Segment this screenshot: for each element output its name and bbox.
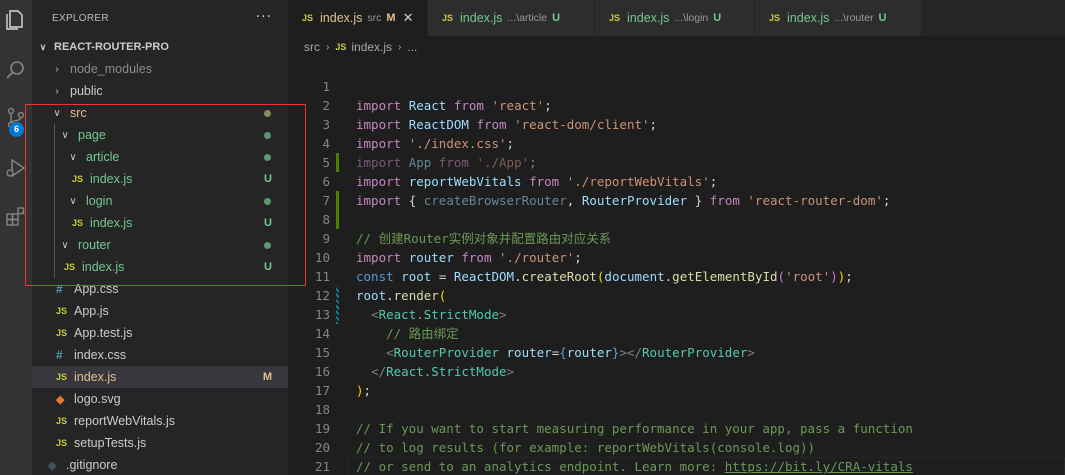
code-line: 2 import ReactDOM from 'react-dom/client… <box>288 77 1065 132</box>
tree-file-app-test[interactable]: JS App.test.js <box>32 322 288 344</box>
tab-login-index[interactable]: JS index.js ...\login U <box>595 0 755 36</box>
tab-filename: index.js <box>787 11 830 25</box>
tab-description: src <box>367 12 382 24</box>
tree-file-gitignore[interactable]: ◆ .gitignore <box>32 454 288 475</box>
tab-filename: index.js <box>320 11 363 25</box>
tree-item-label: logo.svg <box>74 392 121 406</box>
annotation-highlight-box <box>25 104 306 286</box>
tree-file-app-js[interactable]: JS App.js <box>32 300 288 322</box>
project-folder-header[interactable]: ∨ REACT-ROUTER-PRO <box>32 36 288 58</box>
tree-item-label: .gitignore <box>66 458 118 472</box>
tree-item-label: public <box>70 84 103 98</box>
code-line: 10 const root = ReactDOM.createRoot(docu… <box>288 229 1065 284</box>
chevron-right-icon: › <box>55 63 59 75</box>
project-name: REACT-ROUTER-PRO <box>54 41 169 53</box>
tab-status: U <box>713 12 722 24</box>
more-actions-icon[interactable]: ··· <box>256 9 272 25</box>
tree-item-label: reportWebVitals.js <box>74 414 175 428</box>
breadcrumb: src › JS index.js › ... <box>288 36 1065 58</box>
tab-status: U <box>552 12 561 24</box>
status-badge: M <box>262 371 272 383</box>
code-line: 17 <box>288 362 1065 398</box>
chevron-right-icon: › <box>398 41 402 53</box>
tree-item-label: setupTests.js <box>74 436 147 450</box>
code-line: 13 // 路由绑定 <box>288 286 1065 341</box>
breadcrumb-folder[interactable]: src <box>304 40 320 54</box>
chevron-right-icon: › <box>326 41 330 53</box>
code-line: 4 import App from './App'; <box>288 115 1065 170</box>
code-line: 5 import reportWebVitals from './reportW… <box>288 134 1065 189</box>
tree-file-logo-svg[interactable]: ◆ logo.svg <box>32 388 288 410</box>
tab-status: U <box>878 12 887 24</box>
tree-folder-node-modules[interactable]: › node_modules <box>32 58 288 80</box>
tree-item-label: index.js <box>74 370 117 384</box>
tree-item-label: index.css <box>74 348 127 362</box>
breadcrumb-more[interactable]: ... <box>407 40 417 54</box>
code-line: 1 import React from 'react'; <box>288 58 1065 113</box>
code-line: 15 </React.StrictMode> <box>288 324 1065 379</box>
close-icon[interactable]: ✕ <box>403 10 414 26</box>
js-file-icon: JS <box>56 306 68 316</box>
gitignore-file-icon: ◆ <box>48 459 57 472</box>
code-line: 6 import { createBrowserRouter, RouterPr… <box>288 153 1065 208</box>
svg-file-icon: ◆ <box>56 393 65 406</box>
code-line: 12 <React.StrictMode> <box>288 267 1065 322</box>
js-file-icon: JS <box>56 328 68 338</box>
scm-badge: 6 <box>9 122 24 137</box>
js-file-icon: JS <box>56 438 68 448</box>
code-line: 19 // to log results (for example: repor… <box>288 400 1065 455</box>
js-file-icon: JS <box>56 416 68 426</box>
search-icon[interactable] <box>0 52 32 88</box>
code-line: 3 import './index.css'; <box>288 96 1065 151</box>
code-line: 11 root.render( <box>288 248 1065 303</box>
explorer-title: EXPLORER <box>52 12 109 24</box>
chevron-down-icon: ∨ <box>39 41 47 52</box>
code-line: 16 ); <box>288 343 1065 398</box>
code-line: 22 <box>288 457 1065 475</box>
tree-item-label: App.js <box>74 304 109 318</box>
js-file-icon: JS <box>335 42 347 52</box>
editor-tabs: JS index.js src M ✕ JS index.js ...\arti… <box>288 0 1065 36</box>
tab-description: ...\router <box>834 12 874 24</box>
tab-description: ...\article <box>507 12 548 24</box>
tab-router-index[interactable]: JS index.js ...\router U <box>755 0 922 36</box>
tab-article-index[interactable]: JS index.js ...\article U <box>428 0 595 36</box>
js-file-icon: JS <box>442 13 454 23</box>
tree-item-label: node_modules <box>70 62 153 76</box>
code-line: 18 // If you want to start measuring per… <box>288 381 1065 436</box>
css-file-icon: # <box>56 348 63 362</box>
tree-file-report-web-vitals[interactable]: JS reportWebVitals.js <box>32 410 288 432</box>
js-file-icon: JS <box>609 13 621 23</box>
code-line: 20 // or send to an analytics endpoint. … <box>288 419 1065 474</box>
chevron-right-icon: › <box>55 85 59 97</box>
code-line: 7 <box>288 172 1065 208</box>
code-line: 9 import router from './router'; <box>288 210 1065 265</box>
code-line: 8 // 创建Router实例对象并配置路由对应关系 <box>288 191 1065 246</box>
tab-src-index[interactable]: JS index.js src M ✕ <box>288 0 428 36</box>
tree-item-label: App.test.js <box>74 326 133 340</box>
tab-filename: index.js <box>627 11 670 25</box>
js-file-icon: JS <box>769 13 781 23</box>
tree-file-setup-tests[interactable]: JS setupTests.js <box>32 432 288 454</box>
tab-status: M <box>386 12 396 24</box>
tree-file-index-css[interactable]: # index.css <box>32 344 288 366</box>
js-file-icon: JS <box>302 13 314 23</box>
code-line: 14 <RouterProvider router={router}></Rou… <box>288 305 1065 360</box>
tree-file-index-js[interactable]: JS index.js M <box>32 366 288 388</box>
breadcrumb-file[interactable]: index.js <box>351 40 392 54</box>
tree-folder-public[interactable]: › public <box>32 80 288 102</box>
tab-description: ...\login <box>674 12 709 24</box>
js-file-icon: JS <box>56 372 68 382</box>
code-line: 21 reportWebVitals(); <box>288 438 1065 474</box>
tab-filename: index.js <box>460 11 503 25</box>
explorer-icon[interactable] <box>0 2 32 38</box>
